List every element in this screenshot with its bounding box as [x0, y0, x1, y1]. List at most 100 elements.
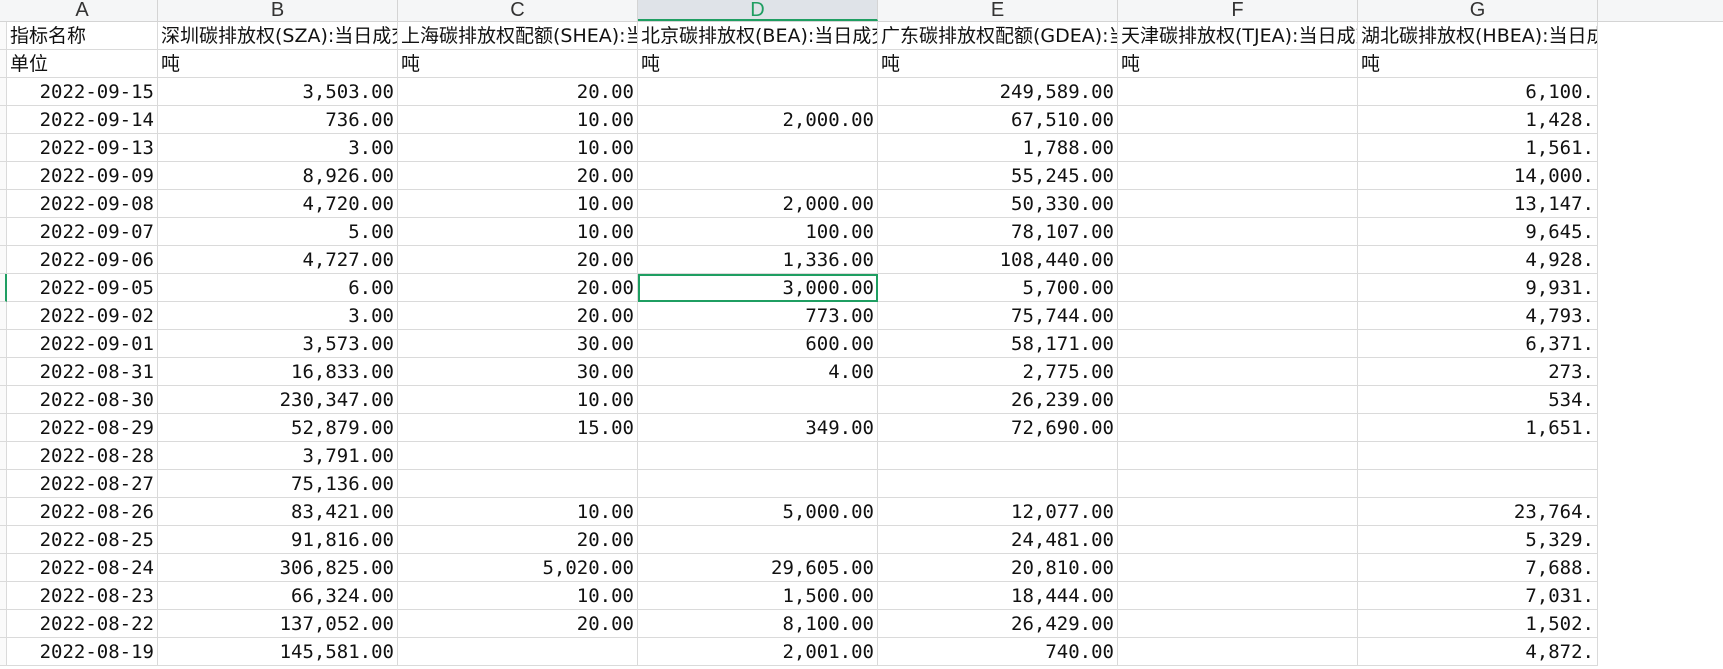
cell-c[interactable]: 20.00	[398, 526, 638, 554]
cell-f[interactable]	[1118, 470, 1358, 498]
cell-c[interactable]: 20.00	[398, 610, 638, 638]
cell-e[interactable]: 108,440.00	[878, 246, 1118, 274]
cell-a[interactable]: 单位	[7, 50, 158, 78]
cell-e[interactable]: 50,330.00	[878, 190, 1118, 218]
cell-e[interactable]: 5,700.00	[878, 274, 1118, 302]
cell-a[interactable]: 2022-08-31	[7, 358, 158, 386]
cell-g[interactable]: 4,793.	[1358, 302, 1598, 330]
cell-a[interactable]: 2022-09-02	[7, 302, 158, 330]
cell-b[interactable]: 306,825.00	[158, 554, 398, 582]
cell-g[interactable]: 4,928.	[1358, 246, 1598, 274]
cell-d[interactable]: 1,500.00	[638, 582, 878, 610]
cell-g[interactable]: 6,100.	[1358, 78, 1598, 106]
cell-b[interactable]: 吨	[158, 50, 398, 78]
cell-f[interactable]: 吨	[1118, 50, 1358, 78]
cell-a[interactable]: 2022-09-07	[7, 218, 158, 246]
cell-g[interactable]: 1,502.	[1358, 610, 1598, 638]
cell-d[interactable]: 4.00	[638, 358, 878, 386]
cell-d[interactable]	[638, 134, 878, 162]
cell-d[interactable]: 100.00	[638, 218, 878, 246]
cell-b[interactable]: 145,581.00	[158, 638, 398, 666]
cell-c[interactable]: 30.00	[398, 330, 638, 358]
row-header-marker[interactable]	[0, 22, 7, 50]
column-header-d[interactable]: D	[638, 0, 878, 21]
cell-e[interactable]: 吨	[878, 50, 1118, 78]
row-header-marker[interactable]	[0, 50, 7, 78]
cell-b[interactable]: 736.00	[158, 106, 398, 134]
row-header-marker[interactable]	[0, 106, 7, 134]
row-header-marker[interactable]	[0, 78, 7, 106]
cell-b[interactable]: 16,833.00	[158, 358, 398, 386]
row-header-marker[interactable]	[0, 358, 7, 386]
cell-c[interactable]: 10.00	[398, 386, 638, 414]
cell-g[interactable]: 4,872.	[1358, 638, 1598, 666]
cell-a[interactable]: 2022-08-29	[7, 414, 158, 442]
cell-g[interactable]: 13,147.	[1358, 190, 1598, 218]
cell-b[interactable]: 4,727.00	[158, 246, 398, 274]
cell-a[interactable]: 2022-08-25	[7, 526, 158, 554]
cell-d[interactable]: 773.00	[638, 302, 878, 330]
row-header-marker[interactable]	[0, 414, 7, 442]
cell-c[interactable]	[398, 470, 638, 498]
row-header-marker[interactable]	[0, 134, 7, 162]
column-header-a[interactable]: A	[7, 0, 158, 21]
cell-a[interactable]: 2022-08-22	[7, 610, 158, 638]
cell-b[interactable]: 4,720.00	[158, 190, 398, 218]
cell-d[interactable]: 2,000.00	[638, 106, 878, 134]
cell-c[interactable]: 10.00	[398, 134, 638, 162]
cell-e[interactable]: 20,810.00	[878, 554, 1118, 582]
row-header-marker[interactable]	[0, 274, 7, 302]
cell-g[interactable]: 7,688.	[1358, 554, 1598, 582]
cell-d[interactable]: 2,001.00	[638, 638, 878, 666]
cell-e[interactable]: 18,444.00	[878, 582, 1118, 610]
cell-c[interactable]: 20.00	[398, 302, 638, 330]
cell-a[interactable]: 2022-08-19	[7, 638, 158, 666]
cell-e[interactable]: 24,481.00	[878, 526, 1118, 554]
cell-a[interactable]: 2022-08-26	[7, 498, 158, 526]
cell-a[interactable]: 2022-08-27	[7, 470, 158, 498]
cell-c[interactable]	[398, 638, 638, 666]
cell-g[interactable]: 534.	[1358, 386, 1598, 414]
cell-f[interactable]	[1118, 638, 1358, 666]
cell-d[interactable]: 29,605.00	[638, 554, 878, 582]
cell-c[interactable]: 上海碳排放权配额(SHEA):当日成交量	[398, 22, 638, 50]
cell-c[interactable]: 20.00	[398, 162, 638, 190]
selected-cell[interactable]: 3,000.00	[638, 274, 878, 302]
cell-d[interactable]	[638, 442, 878, 470]
cell-b[interactable]: 3,503.00	[158, 78, 398, 106]
cell-g[interactable]: 9,645.	[1358, 218, 1598, 246]
cell-d[interactable]: 349.00	[638, 414, 878, 442]
cell-a[interactable]: 指标名称	[7, 22, 158, 50]
cell-f[interactable]	[1118, 610, 1358, 638]
cell-f[interactable]	[1118, 554, 1358, 582]
cell-f[interactable]	[1118, 78, 1358, 106]
cell-f[interactable]	[1118, 582, 1358, 610]
cell-b[interactable]: 6.00	[158, 274, 398, 302]
cell-g[interactable]: 6,371.	[1358, 330, 1598, 358]
cell-e[interactable]: 67,510.00	[878, 106, 1118, 134]
cell-f[interactable]	[1118, 246, 1358, 274]
column-header-e[interactable]: E	[878, 0, 1118, 21]
cell-g[interactable]: 吨	[1358, 50, 1598, 78]
cell-f[interactable]	[1118, 106, 1358, 134]
cell-g[interactable]: 7,031.	[1358, 582, 1598, 610]
cell-e[interactable]: 78,107.00	[878, 218, 1118, 246]
cell-b[interactable]: 3.00	[158, 134, 398, 162]
cell-d[interactable]: 1,336.00	[638, 246, 878, 274]
cell-d[interactable]: 8,100.00	[638, 610, 878, 638]
cell-e[interactable]: 1,788.00	[878, 134, 1118, 162]
row-header-marker[interactable]	[0, 330, 7, 358]
cell-b[interactable]: 3.00	[158, 302, 398, 330]
cell-a[interactable]: 2022-08-28	[7, 442, 158, 470]
cell-d[interactable]	[638, 386, 878, 414]
cell-b[interactable]: 52,879.00	[158, 414, 398, 442]
cell-a[interactable]: 2022-08-30	[7, 386, 158, 414]
cell-b[interactable]: 230,347.00	[158, 386, 398, 414]
cell-g[interactable]: 14,000.	[1358, 162, 1598, 190]
cell-d[interactable]	[638, 470, 878, 498]
cell-c[interactable]: 10.00	[398, 106, 638, 134]
cell-d[interactable]: 2,000.00	[638, 190, 878, 218]
cell-b[interactable]: 91,816.00	[158, 526, 398, 554]
cell-b[interactable]: 3,573.00	[158, 330, 398, 358]
cell-e[interactable]: 740.00	[878, 638, 1118, 666]
